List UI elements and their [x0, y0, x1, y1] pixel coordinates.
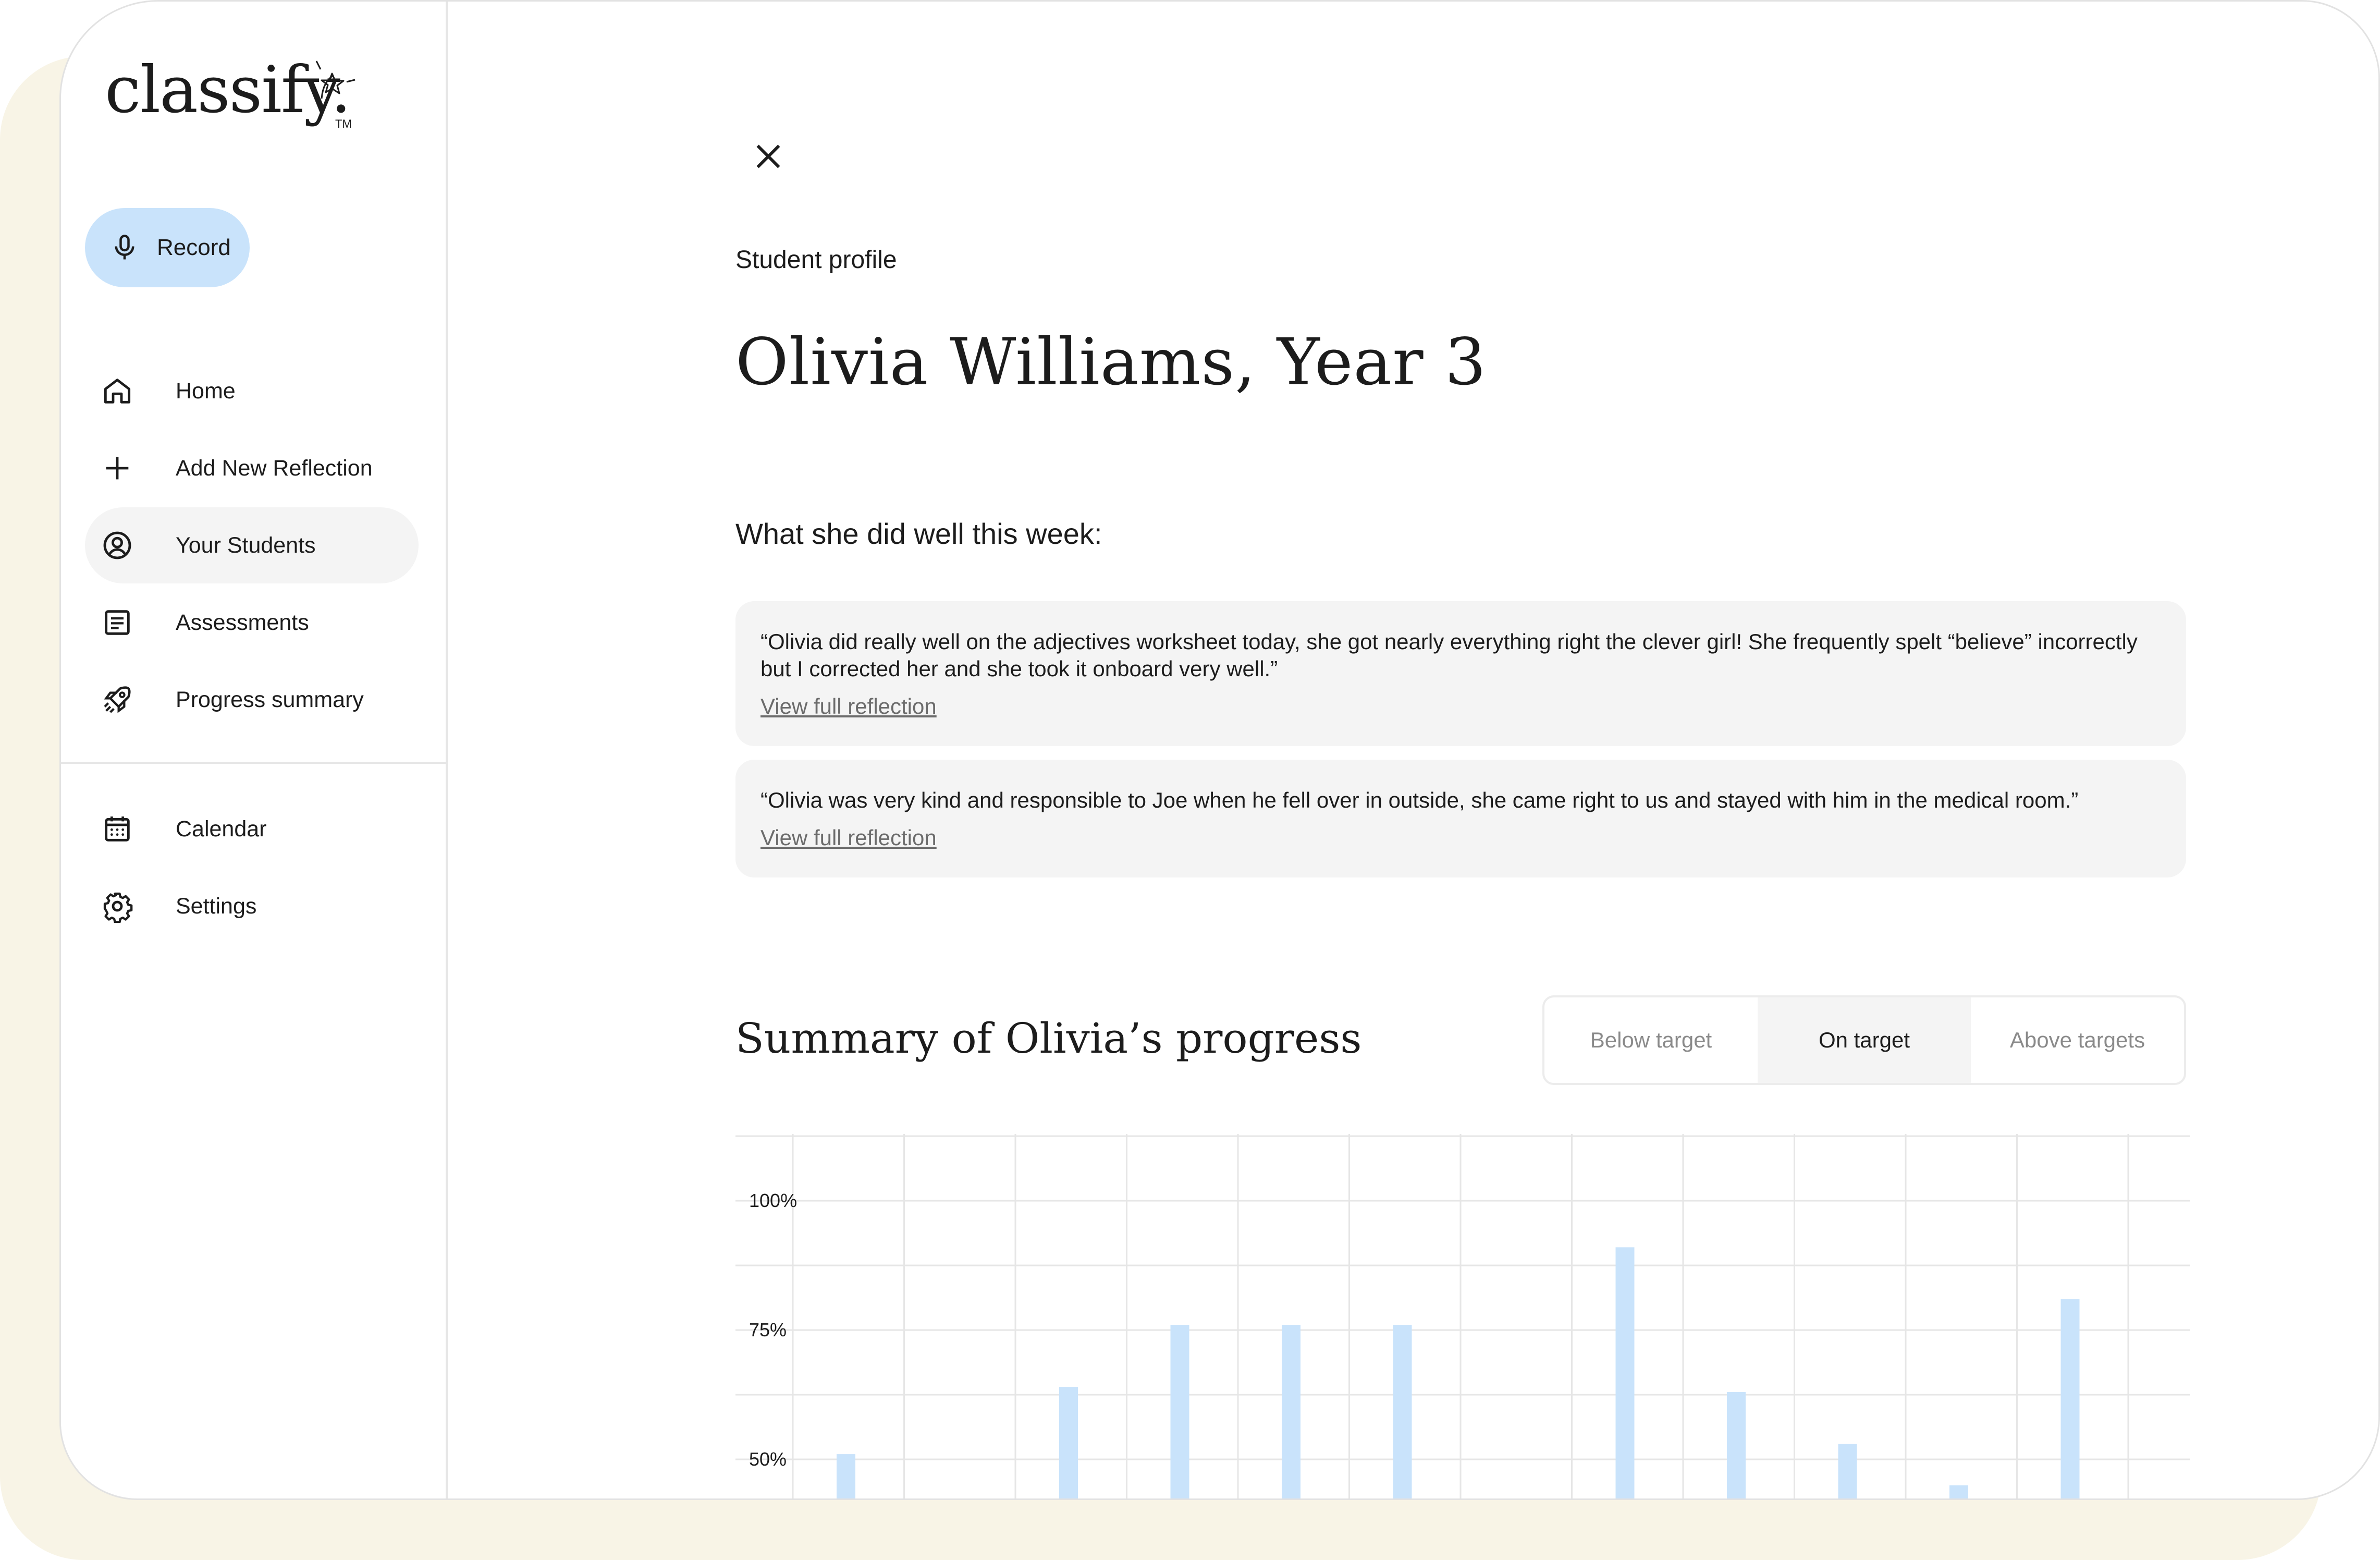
y-tick-label: 50%	[749, 1448, 787, 1470]
reflection-card: “Olivia was very kind and responsible to…	[735, 760, 2186, 878]
filter-below-target[interactable]: Below target	[1544, 997, 1758, 1083]
y-tick-label: 75%	[749, 1319, 787, 1340]
sidebar: classify. TM Record Home Add New Reflect…	[61, 2, 448, 1498]
sidebar-item-home[interactable]: Home	[85, 353, 419, 429]
breadcrumb: Student profile	[735, 246, 897, 274]
trademark: TM	[335, 117, 352, 130]
section-heading: What she did well this week:	[735, 517, 1102, 550]
sparkle-icon	[315, 60, 355, 99]
sidebar-item-label: Home	[176, 378, 236, 404]
summary-title: Summary of Olivia’s progress	[735, 1014, 1362, 1063]
sidebar-divider	[61, 762, 446, 764]
y-tick-label: 100%	[749, 1190, 797, 1211]
filter-on-target[interactable]: On target	[1758, 997, 1971, 1083]
chart-bar	[1282, 1325, 1301, 1498]
filter-above-targets[interactable]: Above targets	[1971, 997, 2184, 1083]
calendar-icon	[105, 816, 130, 842]
reflection-quote: “Olivia was very kind and responsible to…	[760, 788, 2079, 812]
chart-bar	[1949, 1485, 1968, 1498]
sidebar-item-assessments[interactable]: Assessments	[85, 584, 419, 661]
sidebar-item-label: Progress summary	[176, 687, 364, 712]
app-window: classify. TM Record Home Add New Reflect…	[59, 0, 2380, 1500]
main-panel: Student profile Olivia Williams, Year 3 …	[448, 2, 2378, 1498]
chart-bar	[1615, 1247, 1635, 1498]
chart-bar	[2060, 1299, 2080, 1498]
reflection-card: “Olivia did really well on the adjective…	[735, 601, 2186, 746]
user-circle-icon	[103, 531, 131, 559]
rocket-icon	[104, 686, 131, 713]
home-icon	[104, 379, 131, 404]
target-filter: Below target On target Above targets	[1542, 995, 2186, 1085]
record-label: Record	[157, 235, 231, 260]
sidebar-item-calendar[interactable]: Calendar	[85, 791, 419, 867]
gear-icon	[103, 892, 133, 923]
sidebar-item-label: Your Students	[176, 532, 316, 558]
chart-bar	[1393, 1325, 1412, 1498]
sidebar-item-label: Add New Reflection	[176, 455, 373, 481]
close-icon[interactable]	[750, 138, 787, 175]
chart-bar	[1727, 1392, 1746, 1498]
plus-icon	[106, 457, 129, 480]
microphone-icon	[115, 235, 134, 260]
sidebar-item-label: Settings	[176, 893, 257, 919]
record-button[interactable]: Record	[85, 208, 250, 287]
view-reflection-link[interactable]: View full reflection	[760, 825, 937, 850]
sidebar-item-add-reflection[interactable]: Add New Reflection	[85, 430, 419, 506]
sidebar-item-progress-summary[interactable]: Progress summary	[85, 662, 419, 738]
view-reflection-link[interactable]: View full reflection	[760, 694, 937, 719]
chart-bar	[837, 1454, 855, 1498]
document-icon	[105, 610, 130, 635]
sidebar-item-label: Assessments	[176, 610, 309, 635]
sidebar-item-label: Calendar	[176, 816, 267, 842]
sidebar-item-your-students[interactable]: Your Students	[85, 507, 419, 583]
reflection-quote: “Olivia did really well on the adjective…	[760, 629, 2138, 681]
chart-bar	[1059, 1387, 1078, 1498]
progress-chart: 100% 75% 50%	[735, 1134, 2190, 1498]
page-title: Olivia Williams, Year 3	[735, 325, 1487, 400]
progress-chart-svg: 100% 75% 50%	[735, 1134, 2190, 1498]
chart-bar	[1170, 1325, 1189, 1498]
chart-bar	[1838, 1444, 1857, 1498]
sidebar-item-settings[interactable]: Settings	[85, 868, 419, 944]
